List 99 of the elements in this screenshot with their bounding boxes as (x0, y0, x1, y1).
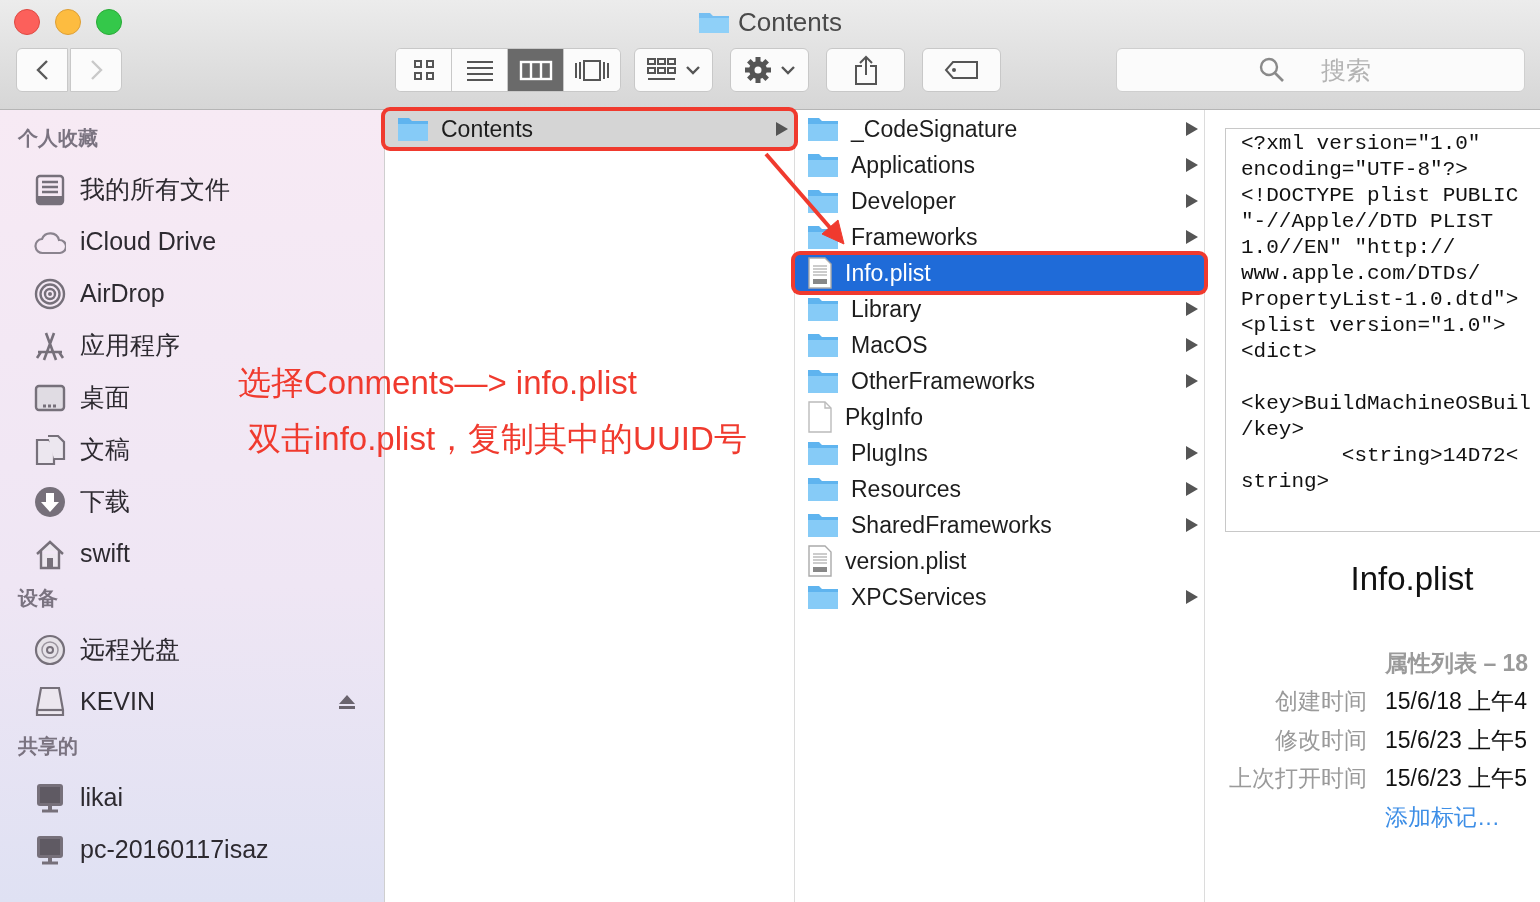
disclosure-icon[interactable] (1186, 446, 1198, 460)
sidebar-item[interactable]: swift (34, 532, 130, 576)
document-icon (807, 257, 833, 289)
file-kind: 属性列表 – 18 (1385, 648, 1530, 678)
grid-icon (646, 58, 677, 82)
folder-icon (807, 512, 839, 538)
sidebar-item[interactable]: 远程光盘 (34, 628, 180, 672)
disclosure-icon[interactable] (1186, 374, 1198, 388)
folder-icon (807, 368, 839, 394)
caret-icon (779, 65, 796, 75)
documents-icon (34, 434, 66, 466)
search-field[interactable]: 搜索 (1116, 48, 1525, 92)
meta-value: 15/6/23 上午5 (1385, 764, 1528, 793)
sidebar-item[interactable]: likai (34, 776, 124, 820)
file-row[interactable]: Resources (795, 471, 1204, 507)
sidebar-item[interactable]: 我的所有文件 (34, 168, 230, 212)
sidebar-item[interactable]: pc-20160117isaz (34, 828, 269, 872)
action-button[interactable] (730, 48, 809, 92)
section-heading: 设备 (16, 586, 59, 611)
file-row[interactable]: _CodeSignature (795, 111, 1204, 147)
folder-icon (807, 188, 839, 214)
share-icon (853, 55, 878, 85)
sidebar-item[interactable]: 应用程序 (34, 324, 180, 368)
search-icon (1259, 57, 1285, 83)
disclosure-icon[interactable] (1186, 590, 1198, 604)
file-row[interactable]: PkgInfo (795, 399, 1204, 435)
section-heading: 共享的 (17, 734, 79, 759)
drive-icon (34, 686, 66, 718)
sidebar-item[interactable]: 下载 (34, 480, 130, 524)
folder-icon (807, 116, 839, 142)
folder-icon (697, 10, 730, 34)
disclosure-icon[interactable] (1186, 194, 1198, 208)
caret-icon (684, 65, 701, 75)
folder-icon (807, 332, 839, 358)
document-icon (807, 545, 833, 577)
desktop-icon (34, 382, 66, 414)
file-row[interactable]: Developer (795, 183, 1204, 219)
folder-icon (807, 476, 839, 502)
disc-icon (34, 634, 66, 666)
view-switcher[interactable] (395, 48, 621, 92)
columns-icon (518, 58, 553, 82)
file-row[interactable]: MacOS (795, 327, 1204, 363)
disclosure-icon[interactable] (1186, 122, 1198, 136)
arrange-button[interactable] (634, 48, 713, 92)
meta-label: 上次打开时间 (1228, 764, 1367, 793)
concentric-circles-icon (34, 278, 66, 310)
meta-value: 15/6/23 上午5 (1385, 725, 1528, 755)
meta-label: 创建时间 (1274, 687, 1367, 716)
section-heading: 个人收藏 (17, 126, 99, 151)
disclosure-icon[interactable] (1186, 338, 1198, 352)
meta-value: 15/6/18 上午4 (1385, 687, 1528, 716)
file-row[interactable]: SharedFrameworks (795, 507, 1204, 543)
sidebar-item[interactable]: AirDrop (34, 272, 165, 316)
disclosure-icon[interactable] (1186, 302, 1198, 316)
disclosure-icon[interactable] (1186, 158, 1198, 172)
house-icon (34, 538, 66, 570)
sidebar-item[interactable]: KEVIN (34, 680, 156, 724)
tag-button[interactable] (922, 48, 1001, 92)
eject-icon[interactable] (338, 694, 356, 710)
computer-icon (34, 782, 66, 814)
sidebar-item[interactable]: 文稿 (34, 428, 130, 472)
sidebar-item[interactable]: iCloud Drive (34, 220, 217, 264)
settings-icon (743, 56, 772, 84)
code-preview: <?xml version="1.0" encoding="UTF-8"?> <!DOCTYPE plist PUBLIC "-//Apple//DTD PLIST 1.0//EN" "http:// www.apple.com/DTDs/ PropertyList-1.0.dtd"> <plist version="1.0"> <dict> <key>BuildMachineOSBuil /key> <string>14D72< string> (1225, 128, 1540, 532)
document-icon (807, 401, 833, 433)
back-button[interactable] (16, 48, 68, 92)
tray-icon (34, 174, 66, 206)
cover-flow-icon (574, 58, 610, 82)
file-row[interactable]: Library (795, 291, 1204, 327)
file-name: Info.plist (1349, 559, 1475, 599)
view-button[interactable] (508, 49, 564, 91)
download-icon (34, 486, 66, 518)
view-button[interactable] (396, 49, 452, 91)
folder-icon (807, 152, 839, 178)
annotation-text: 选择Conments—> info.plist (238, 363, 637, 403)
disclosure-icon[interactable] (1186, 518, 1198, 532)
close-button[interactable] (14, 9, 40, 35)
compass-tool-icon (34, 330, 66, 362)
file-row[interactable]: Applications (795, 147, 1204, 183)
disclosure-icon[interactable] (776, 122, 788, 136)
list-icon (465, 58, 494, 82)
file-row[interactable]: version.plist (795, 543, 1204, 579)
disclosure-icon[interactable] (1186, 482, 1198, 496)
annotation-text: 双击info.plist，复制其中的UUID号 (248, 419, 747, 459)
folder-icon (397, 116, 429, 142)
meta-label: 修改时间 (1274, 725, 1367, 755)
disclosure-icon[interactable] (1186, 230, 1198, 244)
grid-icon (412, 58, 435, 82)
folder-icon (807, 584, 839, 610)
window-title: Contents (737, 5, 843, 39)
sidebar-item[interactable]: 桌面 (34, 376, 130, 420)
file-row[interactable]: PlugIns (795, 435, 1204, 471)
tag-icon (943, 60, 980, 80)
computer-icon (34, 834, 66, 866)
file-row[interactable]: XPCServices (795, 579, 1204, 615)
file-row[interactable]: OtherFrameworks (795, 363, 1204, 399)
folder-icon (807, 440, 839, 466)
folder-icon (807, 296, 839, 322)
share-button[interactable] (826, 48, 905, 92)
